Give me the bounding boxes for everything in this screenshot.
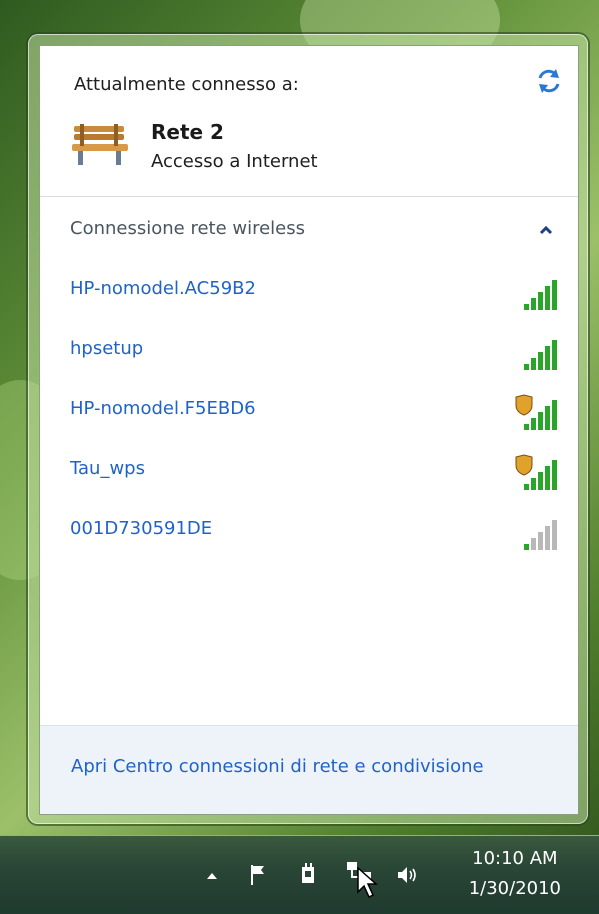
signal-strength-icon bbox=[524, 520, 557, 550]
wireless-network-name: HP-nomodel.AC59B2 bbox=[70, 278, 256, 299]
signal-strength-icon bbox=[515, 454, 557, 490]
action-center-flag-icon[interactable] bbox=[246, 862, 272, 888]
security-shield-icon bbox=[515, 394, 533, 416]
chevron-up-icon[interactable] bbox=[202, 866, 222, 886]
open-network-center-link[interactable]: Apri Centro connessioni di rete e condiv… bbox=[71, 756, 484, 777]
connected-network-status: Accesso a Internet bbox=[151, 151, 318, 172]
wireless-network-item[interactable]: 001D730591DE bbox=[40, 504, 578, 560]
wireless-network-item[interactable]: Tau_wps bbox=[40, 444, 578, 500]
signal-strength-icon bbox=[524, 340, 557, 370]
connected-header: Attualmente connesso a: bbox=[74, 74, 299, 95]
chevron-up-icon[interactable] bbox=[536, 222, 556, 238]
volume-icon[interactable] bbox=[394, 862, 420, 888]
wireless-section-title: Connessione rete wireless bbox=[70, 218, 306, 239]
security-shield-icon bbox=[515, 454, 533, 476]
network-flyout: Attualmente connesso a: Rete 2 Accesso a… bbox=[39, 45, 579, 815]
mouse-cursor-icon bbox=[357, 866, 378, 899]
signal-strength-icon bbox=[515, 394, 557, 430]
flyout-footer: Apri Centro connessioni di rete e condiv… bbox=[40, 725, 578, 814]
taskbar: 10:10 AM 1/30/2010 bbox=[0, 835, 599, 914]
wireless-network-name: hpsetup bbox=[70, 338, 144, 359]
signal-strength-icon bbox=[524, 280, 557, 310]
refresh-icon[interactable] bbox=[534, 66, 564, 96]
wireless-network-item[interactable]: HP-nomodel.AC59B2 bbox=[40, 264, 578, 320]
wireless-network-name: 001D730591DE bbox=[70, 518, 213, 539]
system-clock[interactable]: 10:10 AM 1/30/2010 bbox=[469, 844, 561, 904]
divider bbox=[40, 196, 578, 197]
clock-time: 10:10 AM bbox=[472, 848, 558, 869]
wireless-network-name: Tau_wps bbox=[70, 458, 145, 479]
power-plug-icon[interactable] bbox=[296, 862, 322, 888]
wireless-network-name: HP-nomodel.F5EBD6 bbox=[70, 398, 256, 419]
connected-network-name: Rete 2 bbox=[151, 120, 224, 144]
bench-network-icon bbox=[72, 124, 128, 165]
wireless-network-item[interactable]: HP-nomodel.F5EBD6 bbox=[40, 384, 578, 440]
clock-date: 1/30/2010 bbox=[468, 878, 561, 899]
wireless-network-item[interactable]: hpsetup bbox=[40, 324, 578, 380]
